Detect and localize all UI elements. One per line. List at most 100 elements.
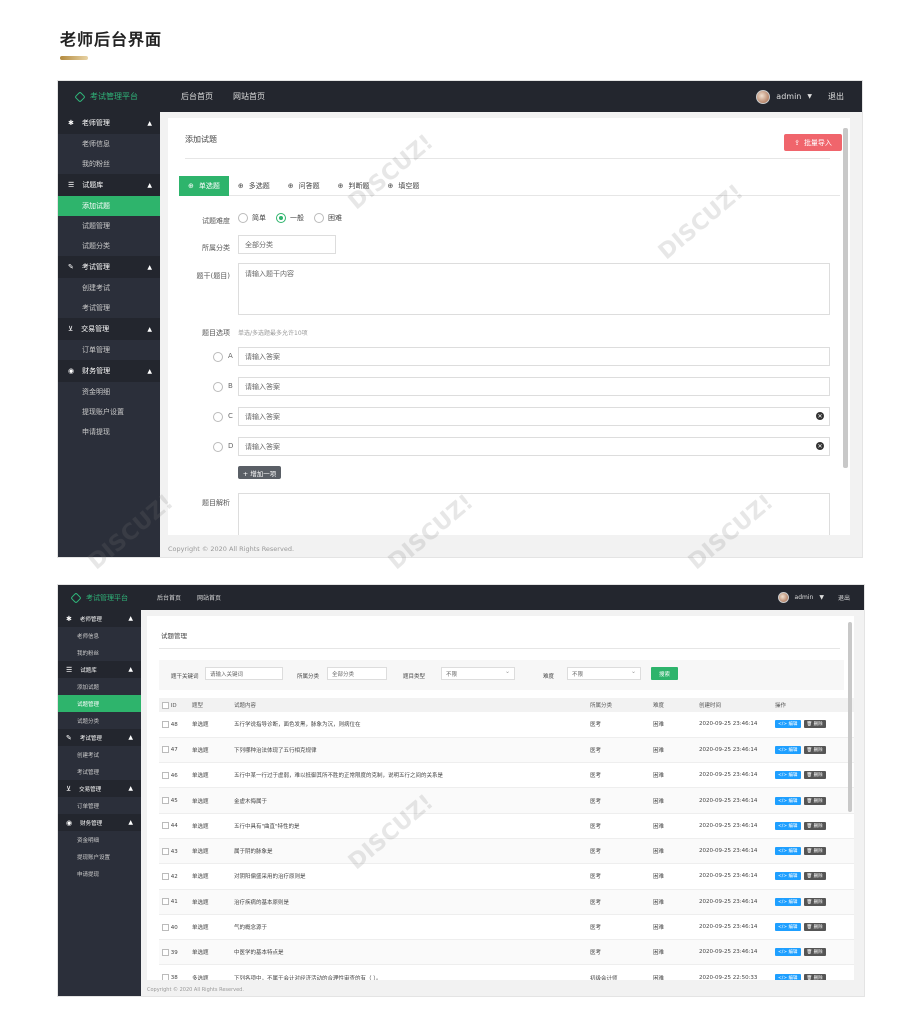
table-row[interactable]: 40 单选题 气的概念源于 医考 困难 2020-09-25 23:46:14 </> 编辑… — [159, 914, 854, 941]
difficulty-select[interactable]: 不限 — [567, 667, 641, 680]
sidebar-group-trade[interactable]: ⊻ 交易管理 ▲ — [58, 780, 141, 797]
sidebar-item-withdraw-apply[interactable]: 申请提现 — [58, 422, 160, 442]
sidebar-item-add-question[interactable]: 添加试题 — [58, 678, 141, 695]
radio-normal[interactable]: 一般 — [276, 213, 304, 223]
user-menu[interactable]: admin ▼ 退出 — [756, 81, 844, 112]
radio-circle[interactable] — [314, 213, 324, 223]
sidebar-item-exam-manage[interactable]: 考试管理 — [58, 298, 160, 318]
keyword-input[interactable]: 请输入关键词 — [205, 667, 283, 680]
table-row[interactable]: 44 单选题 五行中具有"曲直"特性的是 医考 困难 2020-09-25 23:46:1… — [159, 813, 854, 839]
row-checkbox[interactable] — [162, 974, 169, 980]
sidebar-item-question-manage[interactable]: 试题管理 — [58, 695, 141, 712]
sidebar-item-question-category[interactable]: 试题分类 — [58, 712, 141, 729]
tab-fill-blank[interactable]: ⊕ 填空题 — [379, 176, 429, 196]
edit-button[interactable]: </> 编辑 — [775, 771, 801, 780]
option-b-radio[interactable] — [213, 382, 223, 392]
sidebar-item-fans[interactable]: 我的粉丝 — [58, 644, 141, 661]
radio-easy[interactable]: 简单 — [238, 213, 266, 223]
edit-button[interactable]: </> 编辑 — [775, 948, 801, 957]
tab-qa[interactable]: ⊕ 问答题 — [279, 176, 329, 196]
select-all-checkbox[interactable] — [162, 701, 169, 709]
tab-single-choice[interactable]: ⊕ 单选题 — [179, 175, 229, 196]
sidebar-item-create-exam[interactable]: 创建考试 — [58, 746, 141, 763]
row-checkbox[interactable] — [162, 923, 169, 931]
caret-down-icon[interactable]: ▼ — [807, 93, 812, 100]
row-checkbox[interactable] — [162, 797, 169, 805]
radio-hard[interactable]: 困难 — [314, 213, 342, 223]
avatar[interactable] — [756, 89, 771, 104]
sidebar-item-funds[interactable]: 资金明细 — [58, 382, 160, 402]
sidebar-group-exam[interactable]: ✎ 考试管理 ▲ — [58, 729, 141, 746]
edit-button[interactable]: </> 编辑 — [775, 973, 801, 980]
analysis-textarea[interactable] — [238, 493, 830, 535]
table-row[interactable]: 38 多选题 下列各项中，不属于会计对经济活动的合理性审查的有（ ）。 初级会计师 困难… — [159, 964, 854, 980]
sidebar-item-question-manage[interactable]: 试题管理 — [58, 216, 160, 236]
sidebar-group-teacher[interactable]: ✱ 老师管理 ▲ — [58, 610, 141, 627]
logout-link[interactable]: 退出 — [828, 91, 844, 102]
edit-button[interactable]: </> 编辑 — [775, 720, 801, 729]
sidebar-item-orders[interactable]: 订单管理 — [58, 340, 160, 360]
radio-circle[interactable] — [238, 213, 248, 223]
sidebar-item-withdraw-apply[interactable]: 申请提现 — [58, 865, 141, 882]
sidebar-item-create-exam[interactable]: 创建考试 — [58, 278, 160, 298]
radio-circle-checked[interactable] — [276, 213, 286, 223]
delete-button[interactable]: 🗑 删除 — [803, 897, 826, 906]
edit-button[interactable]: </> 编辑 — [775, 821, 801, 830]
search-button[interactable]: 搜索 — [651, 667, 678, 680]
remove-option-c-icon[interactable]: ✕ — [816, 412, 824, 420]
edit-button[interactable]: </> 编辑 — [775, 923, 801, 932]
row-checkbox[interactable] — [162, 822, 169, 830]
nav-site-home[interactable]: 网站首页 — [233, 91, 265, 102]
user-menu[interactable]: admin ▼ 退出 — [777, 585, 850, 610]
sidebar-item-question-category[interactable]: 试题分类 — [58, 236, 160, 256]
sidebar-group-bank[interactable]: ☰ 试题库 ▲ — [58, 174, 160, 196]
tab-judge[interactable]: ⊕ 判断题 — [329, 176, 379, 196]
row-checkbox[interactable] — [162, 898, 169, 906]
sidebar-item-add-question[interactable]: 添加试题 — [58, 196, 160, 216]
batch-import-button[interactable]: ⇪ 批量导入 — [784, 134, 842, 151]
delete-button[interactable]: 🗑 删除 — [803, 745, 826, 754]
sidebar-item-exam-manage[interactable]: 考试管理 — [58, 763, 141, 780]
sidebar-group-exam[interactable]: ✎ 考试管理 ▲ — [58, 256, 160, 278]
option-a-input[interactable]: 请输入答案 — [238, 347, 830, 366]
sidebar-group-teacher[interactable]: ✱ 老师管理 ▲ — [58, 112, 160, 134]
row-checkbox[interactable] — [162, 872, 169, 880]
username[interactable]: admin — [776, 92, 801, 101]
sidebar-item-funds[interactable]: 资金明细 — [58, 831, 141, 848]
table-row[interactable]: 42 单选题 对阴阳偏盛采用的治疗原则是 医考 困难 2020-09-25 23:46:1… — [159, 863, 854, 890]
row-checkbox[interactable] — [162, 948, 169, 956]
edit-button[interactable]: </> 编辑 — [775, 745, 801, 754]
sidebar-group-finance[interactable]: ◉ 财务管理 ▲ — [58, 360, 160, 382]
category-select[interactable]: 全部分类 — [238, 235, 336, 254]
avatar[interactable] — [777, 592, 789, 603]
delete-button[interactable]: 🗑 删除 — [803, 872, 826, 881]
sidebar-item-withdraw-account[interactable]: 提现账户设置 — [58, 848, 141, 865]
row-checkbox[interactable] — [162, 771, 169, 779]
option-d-input[interactable]: 请输入答案 — [238, 437, 830, 456]
table-row[interactable]: 45 单选题 金虚木侮属于 医考 困难 2020-09-25 23:46:14 </> 编辑… — [159, 787, 854, 814]
edit-button[interactable]: </> 编辑 — [775, 897, 801, 906]
table-row[interactable]: 41 单选题 治疗疾病的基本原则是 医考 困难 2020-09-25 23:46:14 </… — [159, 889, 854, 915]
username[interactable]: admin — [795, 594, 814, 601]
option-c-input[interactable]: 请输入答案 — [238, 407, 830, 426]
delete-button[interactable]: 🗑 删除 — [803, 821, 826, 830]
sidebar-group-trade[interactable]: ⊻ 交易管理 ▲ — [58, 318, 160, 340]
stem-textarea[interactable]: 请输入题干内容 — [238, 263, 830, 315]
sidebar-item-withdraw-account[interactable]: 提现账户设置 — [58, 402, 160, 422]
sidebar-group-bank[interactable]: ☰ 试题库 ▲ — [58, 661, 141, 678]
brand[interactable]: 考试管理平台 — [58, 585, 141, 610]
type-select[interactable]: 不限 — [441, 667, 515, 680]
delete-button[interactable]: 🗑 删除 — [803, 847, 826, 856]
option-a-radio[interactable] — [213, 352, 223, 362]
option-c-radio[interactable] — [213, 412, 223, 422]
delete-button[interactable]: 🗑 删除 — [803, 973, 826, 980]
add-option-button[interactable]: + 增加一项 — [238, 466, 281, 479]
caret-down-icon[interactable]: ▼ — [819, 594, 824, 601]
option-d-radio[interactable] — [213, 442, 223, 452]
row-checkbox[interactable] — [162, 720, 169, 728]
table-row[interactable]: 48 单选题 五行学说指导诊断，面色发黑，脉象为沉，则病位在 医考 困难 2020-09-… — [159, 712, 854, 738]
table-row[interactable]: 43 单选题 属于阴的脉象是 医考 困难 2020-09-25 23:46:14 </> 编… — [159, 838, 854, 865]
delete-button[interactable]: 🗑 删除 — [803, 923, 826, 932]
delete-button[interactable]: 🗑 删除 — [803, 771, 826, 780]
option-b-input[interactable]: 请输入答案 — [238, 377, 830, 396]
